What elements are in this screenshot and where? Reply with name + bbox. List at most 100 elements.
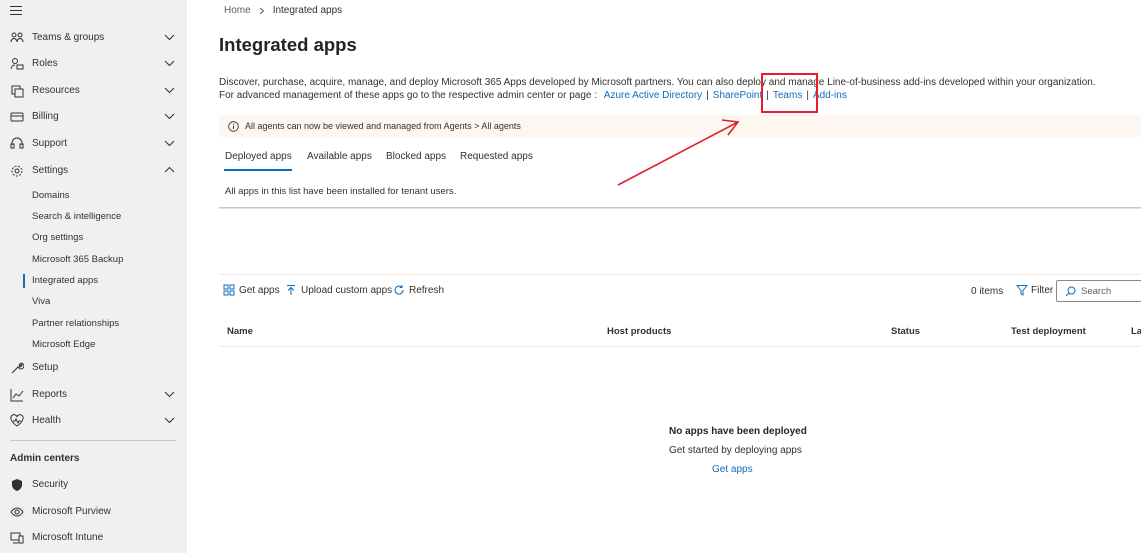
purview-icon <box>10 507 24 517</box>
billing-icon <box>10 112 24 122</box>
chevron-up-icon <box>164 166 175 173</box>
refresh-icon <box>394 285 404 295</box>
admin-centers-heading: Admin centers <box>10 453 80 464</box>
sub-item-viva[interactable]: Viva <box>32 296 50 307</box>
nav-billing-label: Billing <box>32 111 59 122</box>
tab-available-apps[interactable]: Available apps <box>307 151 372 162</box>
column-header-host-products[interactable]: Host products <box>607 326 671 337</box>
sub-item-integrated-apps[interactable]: Integrated apps <box>32 275 98 286</box>
selected-tab-indicator <box>224 169 292 171</box>
empty-state-subtitle: Get started by deploying apps <box>669 445 802 456</box>
nav-reports-label: Reports <box>32 389 68 400</box>
annotation-arrow <box>617 119 740 186</box>
roles-icon <box>10 58 24 70</box>
nav-health-label: Health <box>32 415 61 426</box>
tab-description: All apps in this list have been installe… <box>225 186 457 197</box>
nav-security-label: Security <box>32 479 69 490</box>
sub-item-partner-relationships[interactable]: Partner relationships <box>32 318 119 329</box>
health-heart-icon <box>10 414 24 427</box>
column-header-status[interactable]: Status <box>891 326 920 337</box>
filter-label: Filter <box>1031 284 1054 296</box>
chevron-right-icon <box>259 7 264 14</box>
nav-teams-groups[interactable]: Teams & groups <box>0 26 187 50</box>
nav-billing[interactable]: Billing <box>0 105 187 129</box>
tab-deployed-apps[interactable]: Deployed apps <box>225 151 292 162</box>
refresh-label: Refresh <box>409 284 445 296</box>
chevron-down-icon <box>164 60 175 67</box>
tab-requested-apps[interactable]: Requested apps <box>460 151 533 162</box>
nav-microsoft-intune-label: Microsoft Intune <box>32 532 104 543</box>
upload-custom-apps-button[interactable]: Upload custom apps <box>285 284 392 296</box>
filter-funnel-icon <box>1016 285 1028 296</box>
nav-microsoft-intune[interactable]: Microsoft Intune <box>0 526 187 550</box>
admin-center-links: For advanced management of these apps go… <box>219 90 847 101</box>
chevron-down-icon <box>164 113 175 120</box>
empty-state-get-apps-link[interactable]: Get apps <box>712 464 753 475</box>
reports-chart-icon <box>10 389 24 402</box>
filter-button[interactable]: Filter <box>1016 284 1053 296</box>
nav-support[interactable]: Support <box>0 132 187 156</box>
search-box[interactable] <box>1056 280 1141 302</box>
nav-setup-label: Setup <box>32 362 59 373</box>
page-title: Integrated apps <box>219 34 357 55</box>
link-sharepoint[interactable]: SharePoint <box>713 90 762 101</box>
nav-teams-groups-label: Teams & groups <box>32 32 105 43</box>
support-icon <box>10 137 24 149</box>
tab-blocked-apps[interactable]: Blocked apps <box>386 151 446 162</box>
nav-microsoft-purview[interactable]: Microsoft Purview <box>0 500 187 524</box>
refresh-button[interactable]: Refresh <box>393 284 444 296</box>
nav-security[interactable]: Security <box>0 473 187 497</box>
sub-item-domains[interactable]: Domains <box>32 190 70 201</box>
column-header-name[interactable]: Name <box>227 326 253 337</box>
settings-gear-icon <box>11 165 23 177</box>
breadcrumb-current: Integrated apps <box>272 5 343 16</box>
nav-reports[interactable]: Reports <box>0 383 187 407</box>
chevron-down-icon <box>164 391 175 398</box>
link-azure-active-directory[interactable]: Azure Active Directory <box>604 90 702 101</box>
nav-roles-label: Roles <box>32 58 58 69</box>
column-header-last[interactable]: La <box>1131 326 1141 337</box>
sub-item-search-intelligence[interactable]: Search & intelligence <box>32 211 121 222</box>
items-count: 0 items <box>971 286 1004 297</box>
nav-setup[interactable]: Setup <box>0 356 187 380</box>
hamburger-menu-icon[interactable] <box>10 6 22 16</box>
breadcrumb: Home Integrated apps <box>224 5 342 16</box>
nav-resources-label: Resources <box>32 85 80 96</box>
upload-custom-apps-label: Upload custom apps <box>301 284 393 296</box>
security-shield-icon <box>12 479 22 491</box>
search-icon <box>1065 286 1076 296</box>
nav-settings[interactable]: Settings <box>0 159 187 183</box>
links-prefix: For advanced management of these apps go… <box>219 90 598 101</box>
annotation-highlight-box <box>761 73 818 113</box>
empty-state-title: No apps have been deployed <box>669 426 807 437</box>
left-navigation: Teams & groups Roles Resources Billing S… <box>0 0 187 553</box>
intune-icon <box>10 532 24 544</box>
sub-item-microsoft-365-backup[interactable]: Microsoft 365 Backup <box>32 254 123 265</box>
apps-grid-icon <box>223 284 235 296</box>
column-header-test-deployment[interactable]: Test deployment <box>1011 326 1086 337</box>
link-separator: | <box>706 90 709 101</box>
teams-groups-icon <box>10 32 24 43</box>
nav-settings-label: Settings <box>32 165 69 176</box>
resources-icon <box>11 85 24 98</box>
sub-item-microsoft-edge[interactable]: Microsoft Edge <box>32 339 95 350</box>
get-apps-label: Get apps <box>239 284 280 296</box>
nav-microsoft-purview-label: Microsoft Purview <box>32 506 111 517</box>
upload-arrow-icon <box>287 285 295 295</box>
breadcrumb-home[interactable]: Home <box>224 5 251 16</box>
nav-health[interactable]: Health <box>0 409 187 433</box>
nav-roles[interactable]: Roles <box>0 52 187 76</box>
chevron-down-icon <box>164 34 175 41</box>
nav-resources[interactable]: Resources <box>0 79 187 103</box>
chevron-down-icon <box>164 140 175 147</box>
sub-item-org-settings[interactable]: Org settings <box>32 232 83 243</box>
toolbar-divider <box>219 274 1141 275</box>
sidebar-divider <box>10 440 176 441</box>
setup-wrench-icon <box>11 362 24 374</box>
get-apps-button[interactable]: Get apps <box>223 284 280 296</box>
chevron-down-icon <box>164 87 175 94</box>
link-add-ins[interactable]: Add-ins <box>813 90 847 101</box>
search-input[interactable] <box>1081 285 1141 297</box>
table-header-divider <box>219 346 1141 347</box>
nav-support-label: Support <box>32 138 68 149</box>
